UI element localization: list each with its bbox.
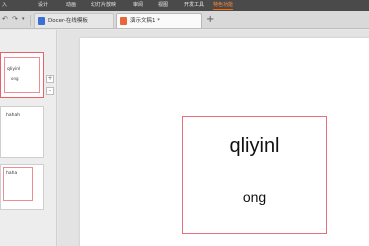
menu-insert[interactable]: 入 (2, 1, 7, 9)
slide-thumbnail-3[interactable]: haha (0, 164, 44, 210)
slide-thumbnail-pane: qliyinl ong + - hahah haha (0, 30, 57, 246)
menu-animation[interactable]: 动画 (66, 1, 76, 9)
presentation-icon (120, 17, 127, 25)
tab-label: Docer-在线模板 (48, 18, 88, 24)
menu-design[interactable]: 设计 (38, 1, 48, 9)
thumb-placeholder (4, 57, 40, 93)
menu-developer[interactable]: 开发工具 (184, 1, 204, 9)
thumb-title: hahah (6, 113, 21, 118)
slide-thumbnail-1[interactable]: qliyinl ong (0, 52, 44, 98)
tab-docer-templates[interactable]: Docer-在线模板 (34, 13, 114, 28)
thumb-subtitle: ong (11, 76, 19, 81)
menu-special-features[interactable]: 特色功能 (213, 1, 234, 10)
add-slide-button[interactable]: + (46, 75, 54, 83)
dropdown-icon[interactable]: ▾ (22, 15, 25, 24)
slide-editing-canvas: qliyinl ong (58, 30, 369, 246)
document-tab-bar: ↶ ↷ ▾ Docer-在线模板 演示文稿1 * + (0, 11, 369, 29)
toolbar-separator (30, 15, 31, 26)
tab-label: 演示文稿1 * (130, 18, 160, 24)
thumb-title: haha (6, 171, 18, 176)
docer-icon (38, 17, 45, 25)
ribbon-menu-bar: 入 设计 动画 幻灯片放映 审阅 视图 开发工具 特色功能 (0, 0, 369, 11)
tab-presentation-1[interactable]: 演示文稿1 * (116, 13, 202, 28)
redo-icon[interactable]: ↷ (12, 15, 18, 24)
slide-subtitle[interactable]: ong (183, 189, 326, 205)
thumb-title: qliyinl (7, 67, 21, 72)
menu-slideshow[interactable]: 幻灯片放映 (91, 1, 116, 9)
slide-title[interactable]: qliyinl (183, 135, 326, 158)
menu-review[interactable]: 审阅 (133, 1, 143, 9)
menu-view[interactable]: 视图 (158, 1, 168, 9)
current-slide[interactable]: qliyinl ong (80, 38, 369, 246)
undo-icon[interactable]: ↶ (2, 15, 8, 24)
slide-text-placeholder[interactable]: qliyinl ong (182, 116, 327, 234)
new-tab-button[interactable]: + (206, 15, 214, 25)
slide-options-button[interactable]: - (46, 87, 54, 95)
slide-thumbnail-2[interactable]: hahah (0, 106, 44, 158)
